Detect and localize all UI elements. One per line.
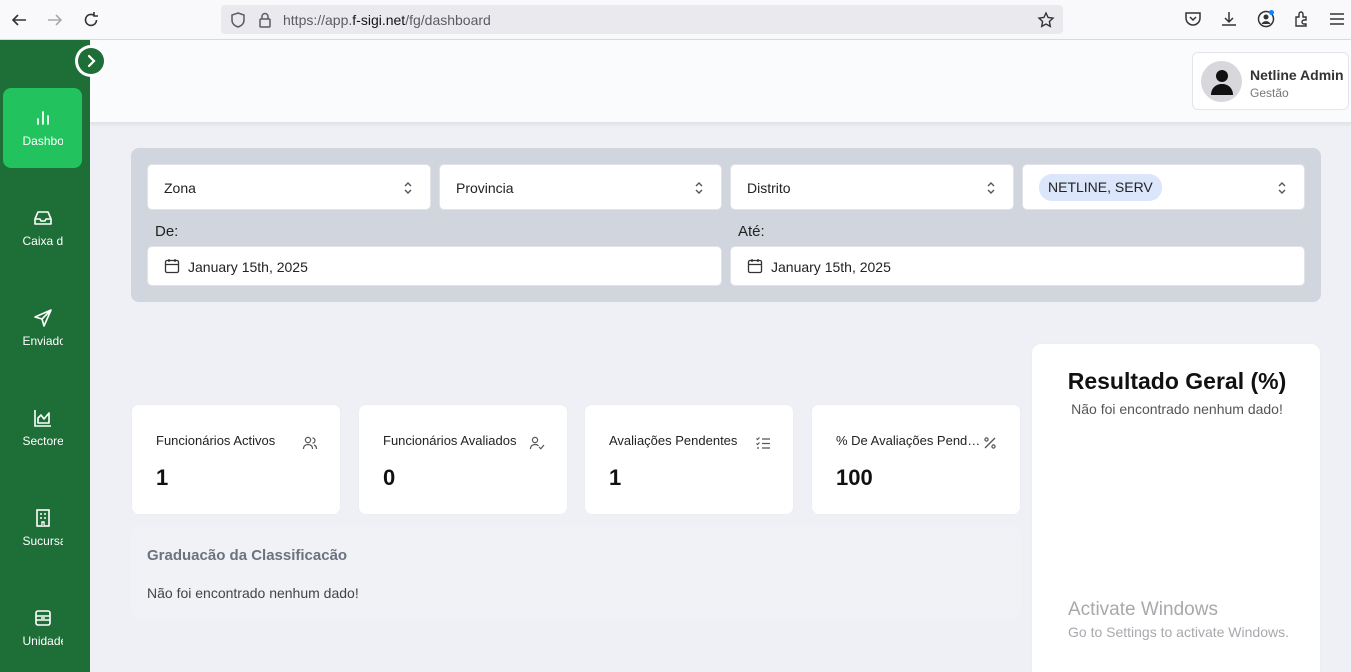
graduacao-panel: Graduacão da Classificacão Não foi encon…	[131, 527, 1021, 619]
url-text: https://app.f-sigi.net/fg/dashboard	[283, 12, 491, 28]
building-icon	[35, 509, 50, 527]
area-chart-icon	[33, 410, 51, 427]
user-name: Netline Admin	[1250, 67, 1344, 83]
zona-select-label: Zona	[164, 180, 196, 196]
graduacao-title: Graduacão da Classificacão	[147, 547, 348, 564]
browser-toolbar: https://app.f-sigi.net/fg/dashboard	[0, 0, 1351, 40]
filter-panel: Zona Provincia Distrito NETLINE, SERV De…	[131, 148, 1321, 302]
users-icon	[302, 436, 318, 450]
stat-value: 1	[609, 465, 622, 490]
download-icon[interactable]	[1219, 9, 1239, 29]
address-bar[interactable]: https://app.f-sigi.net/fg/dashboard	[221, 5, 1063, 34]
send-icon	[33, 309, 52, 327]
chevron-up-down-icon	[1278, 182, 1286, 194]
de-date-value: January 15th, 2025	[188, 259, 308, 275]
list-check-icon	[756, 437, 770, 449]
shield-icon[interactable]	[229, 11, 247, 29]
distrito-select[interactable]: Distrito	[730, 164, 1014, 210]
sidebar-item-dashboard[interactable]: Dashbo	[3, 88, 82, 168]
ate-label: Até:	[738, 223, 765, 240]
stat-title: % De Avaliações Pendentes	[836, 433, 986, 448]
stat-value: 100	[836, 465, 873, 490]
stat-title: Avaliações Pendentes	[609, 433, 738, 448]
account-icon[interactable]	[1256, 9, 1276, 29]
page-header	[90, 40, 1351, 123]
sidebar-item-label: Caixa d	[22, 234, 63, 248]
chevron-up-down-icon	[695, 182, 703, 194]
resultado-title: Resultado Geral (%)	[1067, 368, 1287, 394]
bookmark-star-icon[interactable]	[1037, 11, 1055, 29]
provincia-select[interactable]: Provincia	[439, 164, 722, 210]
calendar-icon	[164, 259, 180, 274]
selected-company-chip[interactable]: NETLINE, SERV	[1039, 174, 1162, 201]
sidebar-item-inbox[interactable]: Caixa d	[3, 188, 82, 268]
ate-date-value: January 15th, 2025	[771, 259, 891, 275]
distrito-select-label: Distrito	[747, 180, 791, 196]
sidebar-item-label: Unidade	[22, 634, 63, 648]
de-date-picker[interactable]: January 15th, 2025	[147, 246, 722, 286]
stat-card-funcionarios-activos: Funcionários Activos 1	[131, 404, 341, 515]
sidebar-toggle-button[interactable]	[75, 45, 107, 77]
percent-icon	[984, 437, 996, 449]
extensions-icon[interactable]	[1292, 9, 1312, 29]
calendar-icon	[747, 259, 763, 274]
provincia-select-label: Provincia	[456, 180, 514, 196]
archive-icon	[34, 610, 51, 626]
chevron-right-icon	[87, 54, 96, 68]
lock-icon[interactable]	[256, 11, 274, 29]
user-role: Gestão	[1250, 86, 1289, 100]
stat-card-percent-avaliacoes-pendentes: % De Avaliações Pendentes 100	[811, 404, 1021, 515]
avatar	[1201, 61, 1242, 102]
chevron-up-down-icon	[404, 182, 412, 194]
reload-icon[interactable]	[79, 8, 103, 32]
ate-date-picker[interactable]: January 15th, 2025	[730, 246, 1305, 286]
stat-card-funcionarios-avaliados: Funcionários Avaliados 0	[358, 404, 568, 515]
sidebar-item-label: Enviado	[22, 334, 63, 348]
bar-chart-icon	[36, 111, 49, 125]
stat-value: 1	[156, 465, 169, 490]
sidebar-item-label: Dashbo	[22, 134, 63, 148]
forward-icon[interactable]	[43, 8, 67, 32]
user-check-icon	[529, 436, 545, 450]
sidebar-item-units[interactable]: Unidade	[3, 588, 82, 668]
stat-card-avaliacoes-pendentes: Avaliações Pendentes 1	[584, 404, 794, 515]
chevron-up-down-icon	[987, 182, 995, 194]
pocket-icon[interactable]	[1183, 9, 1203, 29]
user-avatar-icon	[1210, 69, 1233, 95]
zona-select[interactable]: Zona	[147, 164, 431, 210]
graduacao-empty-message: Não foi encontrado nenhum dado!	[147, 585, 359, 601]
stat-title: Funcionários Avaliados	[383, 433, 517, 448]
windows-activation-watermark-title: Activate Windows	[1068, 599, 1218, 620]
stat-value: 0	[383, 465, 396, 490]
sidebar-item-sectors[interactable]: Sectore	[3, 388, 82, 468]
sidebar-item-branches[interactable]: Sucursa	[3, 488, 82, 568]
de-label: De:	[155, 223, 179, 240]
sidebar: Dashbo Caixa d Enviado Sectore Sucursa U…	[0, 40, 90, 672]
resultado-empty-message: Não foi encontrado nenhum dado!	[1071, 401, 1283, 417]
menu-icon[interactable]	[1327, 9, 1347, 29]
resultado-geral-panel: Resultado Geral (%) Não foi encontrado n…	[1031, 343, 1321, 672]
empresa-select[interactable]: NETLINE, SERV	[1022, 164, 1305, 210]
stat-title: Funcionários Activos	[156, 433, 276, 448]
sidebar-item-sent[interactable]: Enviado	[3, 288, 82, 368]
windows-activation-watermark-subtitle: Go to Settings to activate Windows.	[1068, 624, 1289, 640]
user-profile-card[interactable]: Netline Admin Gestão	[1192, 52, 1349, 110]
inbox-icon	[33, 211, 52, 225]
back-icon[interactable]	[7, 8, 31, 32]
sidebar-item-label: Sectore	[22, 434, 63, 448]
sidebar-item-label: Sucursa	[22, 534, 63, 548]
